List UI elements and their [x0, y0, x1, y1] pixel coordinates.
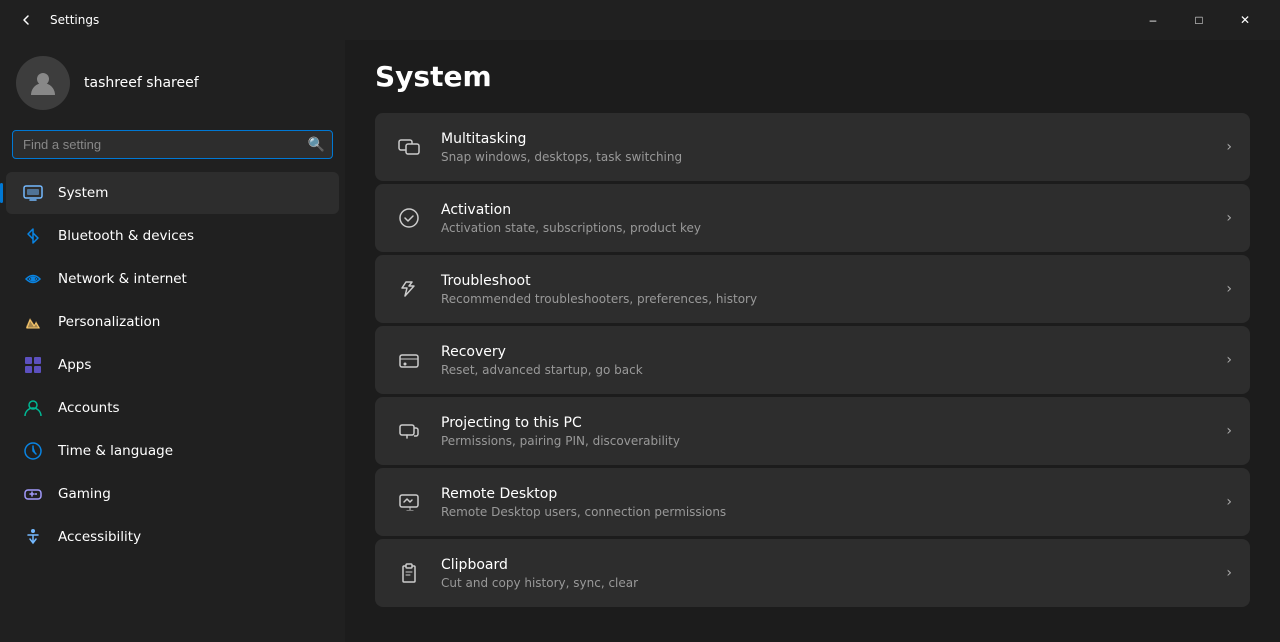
sidebar-item-network[interactable]: Network & internet	[6, 258, 339, 300]
personalization-icon	[22, 311, 44, 333]
settings-item-activation[interactable]: Activation Activation state, subscriptio…	[375, 184, 1250, 252]
clipboard-text: Clipboard Cut and copy history, sync, cl…	[441, 557, 1218, 590]
remotedesktop-title: Remote Desktop	[441, 486, 1218, 502]
page-title: System	[375, 60, 1250, 93]
recovery-icon	[393, 344, 425, 376]
minimize-button[interactable]: –	[1130, 4, 1176, 36]
activation-icon	[393, 202, 425, 234]
search-icon: 🔍	[308, 137, 325, 153]
activation-subtitle: Activation state, subscriptions, product…	[441, 221, 1218, 235]
sidebar-item-accessibility[interactable]: Accessibility	[6, 516, 339, 558]
chevron-icon: ›	[1226, 423, 1232, 439]
chevron-icon: ›	[1226, 139, 1232, 155]
settings-item-remotedesktop[interactable]: Remote Desktop Remote Desktop users, con…	[375, 468, 1250, 536]
sidebar-item-bluetooth[interactable]: Bluetooth & devices	[6, 215, 339, 257]
troubleshoot-subtitle: Recommended troubleshooters, preferences…	[441, 292, 1218, 306]
troubleshoot-title: Troubleshoot	[441, 273, 1218, 289]
projecting-subtitle: Permissions, pairing PIN, discoverabilit…	[441, 434, 1218, 448]
main-layout: tashreef shareef 🔍 System	[0, 40, 1280, 642]
sidebar-item-accounts[interactable]: Accounts	[6, 387, 339, 429]
sidebar-item-label-accessibility: Accessibility	[58, 529, 141, 545]
clipboard-icon	[393, 557, 425, 589]
projecting-title: Projecting to this PC	[441, 415, 1218, 431]
user-profile[interactable]: tashreef shareef	[0, 40, 345, 130]
troubleshoot-icon	[393, 273, 425, 305]
chevron-icon: ›	[1226, 494, 1232, 510]
settings-list: Multitasking Snap windows, desktops, tas…	[375, 113, 1250, 607]
back-button[interactable]	[12, 6, 40, 34]
accounts-icon	[22, 397, 44, 419]
settings-item-clipboard[interactable]: Clipboard Cut and copy history, sync, cl…	[375, 539, 1250, 607]
settings-item-multitasking[interactable]: Multitasking Snap windows, desktops, tas…	[375, 113, 1250, 181]
apps-icon	[22, 354, 44, 376]
sidebar-item-personalization[interactable]: Personalization	[6, 301, 339, 343]
multitasking-icon	[393, 131, 425, 163]
settings-item-troubleshoot[interactable]: Troubleshoot Recommended troubleshooters…	[375, 255, 1250, 323]
sidebar-item-apps[interactable]: Apps	[6, 344, 339, 386]
troubleshoot-text: Troubleshoot Recommended troubleshooters…	[441, 273, 1218, 306]
chevron-icon: ›	[1226, 210, 1232, 226]
sidebar-item-label-network: Network & internet	[58, 271, 187, 287]
recovery-title: Recovery	[441, 344, 1218, 360]
projecting-text: Projecting to this PC Permissions, pairi…	[441, 415, 1218, 448]
title-bar-left: Settings	[12, 6, 1130, 34]
activation-title: Activation	[441, 202, 1218, 218]
sidebar-item-label-accounts: Accounts	[58, 400, 120, 416]
sidebar-nav: System Bluetooth & devices	[0, 171, 345, 559]
sidebar-item-label-system: System	[58, 185, 108, 201]
multitasking-title: Multitasking	[441, 131, 1218, 147]
gaming-icon	[22, 483, 44, 505]
sidebar-item-gaming[interactable]: Gaming	[6, 473, 339, 515]
avatar	[16, 56, 70, 110]
sidebar-item-label-personalization: Personalization	[58, 314, 160, 330]
remotedesktop-text: Remote Desktop Remote Desktop users, con…	[441, 486, 1218, 519]
bluetooth-icon	[22, 225, 44, 247]
app-title: Settings	[50, 13, 99, 27]
multitasking-text: Multitasking Snap windows, desktops, tas…	[441, 131, 1218, 164]
remotedesktop-subtitle: Remote Desktop users, connection permiss…	[441, 505, 1218, 519]
remotedesktop-icon	[393, 486, 425, 518]
close-button[interactable]: ✕	[1222, 4, 1268, 36]
sidebar-item-label-bluetooth: Bluetooth & devices	[58, 228, 194, 244]
chevron-icon: ›	[1226, 352, 1232, 368]
sidebar-item-system[interactable]: System	[6, 172, 339, 214]
time-icon	[22, 440, 44, 462]
recovery-subtitle: Reset, advanced startup, go back	[441, 363, 1218, 377]
sidebar-item-time[interactable]: Time & language	[6, 430, 339, 472]
sidebar-item-label-gaming: Gaming	[58, 486, 111, 502]
chevron-icon: ›	[1226, 565, 1232, 581]
system-icon	[22, 182, 44, 204]
sidebar-item-label-time: Time & language	[58, 443, 173, 459]
clipboard-title: Clipboard	[441, 557, 1218, 573]
settings-item-projecting[interactable]: Projecting to this PC Permissions, pairi…	[375, 397, 1250, 465]
multitasking-subtitle: Snap windows, desktops, task switching	[441, 150, 1218, 164]
title-bar: Settings – □ ✕	[0, 0, 1280, 40]
projecting-icon	[393, 415, 425, 447]
recovery-text: Recovery Reset, advanced startup, go bac…	[441, 344, 1218, 377]
maximize-button[interactable]: □	[1176, 4, 1222, 36]
activation-text: Activation Activation state, subscriptio…	[441, 202, 1218, 235]
search-input[interactable]	[12, 130, 333, 159]
network-icon	[22, 268, 44, 290]
clipboard-subtitle: Cut and copy history, sync, clear	[441, 576, 1218, 590]
search-box: 🔍	[12, 130, 333, 159]
username: tashreef shareef	[84, 75, 199, 91]
sidebar-item-label-apps: Apps	[58, 357, 91, 373]
settings-item-recovery[interactable]: Recovery Reset, advanced startup, go bac…	[375, 326, 1250, 394]
sidebar: tashreef shareef 🔍 System	[0, 40, 345, 642]
chevron-icon: ›	[1226, 281, 1232, 297]
window-controls: – □ ✕	[1130, 4, 1268, 36]
content-area: System Multitasking Snap windows, deskto…	[345, 40, 1280, 642]
accessibility-icon	[22, 526, 44, 548]
